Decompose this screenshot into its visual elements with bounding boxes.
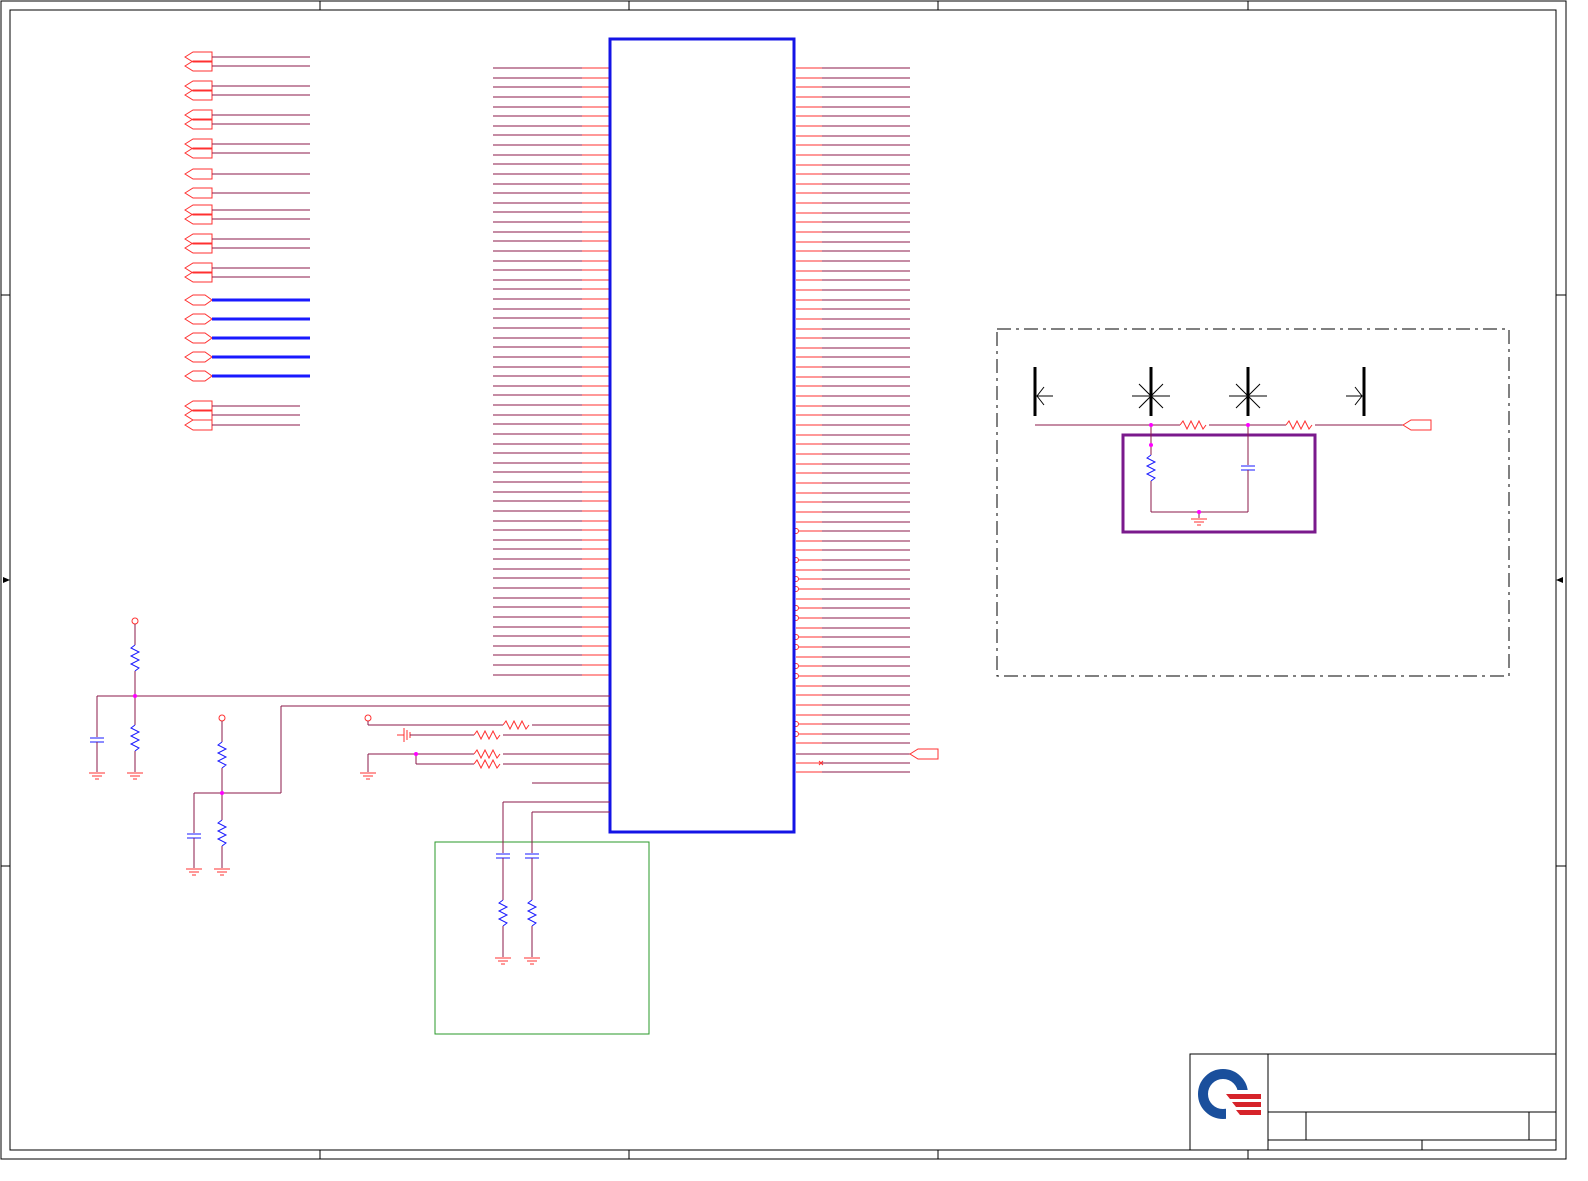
junction-dot (1197, 510, 1201, 514)
logo-stripe (1232, 1102, 1261, 1107)
ic-package[interactable] (608, 37, 796, 834)
junction-dot (1149, 443, 1153, 447)
spark-gap-icon (1033, 367, 1053, 416)
bidir-port-icon[interactable] (184, 294, 213, 306)
bidir-port-icon[interactable] (184, 351, 213, 363)
resistor-icon (526, 899, 538, 927)
zone-ticks (1, 1, 1566, 1159)
emi-filter-outline (1121, 433, 1317, 534)
junction-dot (1246, 423, 1250, 427)
sheet-frame (0, 0, 1567, 1160)
arrow-left-icon (1556, 577, 1563, 583)
bidir-port-icon[interactable] (184, 332, 213, 344)
resistor-icon (216, 741, 228, 769)
resistor-icon (1145, 454, 1157, 482)
company-logo-icon (1198, 1069, 1262, 1120)
resistor-icon (1285, 419, 1313, 431)
ground-icon (495, 957, 511, 965)
resistor-icon (216, 819, 228, 847)
chip-left-pin-group (493, 67, 610, 676)
net-port-icon[interactable] (184, 168, 213, 180)
outer-border (0, 0, 1567, 1160)
junction-dot (414, 752, 418, 756)
input-port-icon[interactable] (1402, 419, 1432, 431)
dash-dot-boundary (996, 328, 1510, 677)
off-page-connector-icon[interactable] (796, 748, 939, 760)
rc-region-outline (434, 841, 650, 1035)
ground-icon (1191, 518, 1207, 526)
ground-icon (186, 868, 202, 876)
power-rail-icon (218, 714, 226, 722)
resistor-icon (473, 729, 501, 741)
emi-region-outline (996, 328, 1510, 677)
chip-right-pin-group (793, 67, 910, 773)
rc-filter-group (434, 801, 650, 1035)
spark-gap-icon (1346, 367, 1366, 416)
logo-stripe (1226, 1094, 1261, 1099)
ground-icon (89, 772, 105, 780)
ground-icon (214, 868, 230, 876)
ground-icon (127, 772, 143, 780)
resistor-icon (129, 644, 141, 672)
schematic-canvas (0, 0, 1567, 1160)
series-resistor-group (364, 714, 610, 784)
net-port-icon[interactable] (184, 187, 213, 199)
resistor-icon (497, 899, 509, 927)
bias-network-2 (187, 705, 610, 868)
spark-gap-icon (1229, 367, 1267, 416)
arrow-right-icon (3, 577, 10, 583)
logo-stripe (1236, 1110, 1261, 1115)
bidir-port-icon[interactable] (184, 370, 213, 382)
net-port-icon[interactable] (184, 419, 213, 431)
net-port-group (184, 51, 310, 431)
bias-network-1 (90, 617, 610, 772)
ground-icon (524, 957, 540, 965)
chassis-ground-icon (397, 728, 411, 742)
power-rail-icon (131, 617, 139, 625)
resistor-icon (1179, 419, 1207, 431)
inner-border (9, 9, 1557, 1151)
schematic-sheet (0, 0, 1588, 1176)
resistor-icon (473, 758, 501, 770)
junction-dot (220, 791, 224, 795)
junction-dot (133, 694, 137, 698)
output-port-shape (909, 748, 939, 760)
power-rail-icon (364, 714, 372, 722)
junction-dot (1149, 423, 1153, 427)
spark-gap-icon (1132, 367, 1170, 416)
bidir-port-icon[interactable] (184, 313, 213, 325)
resistor-icon (473, 748, 501, 760)
resistor-icon (129, 724, 141, 752)
resistor-icon (502, 719, 530, 731)
ground-icon (360, 772, 376, 780)
